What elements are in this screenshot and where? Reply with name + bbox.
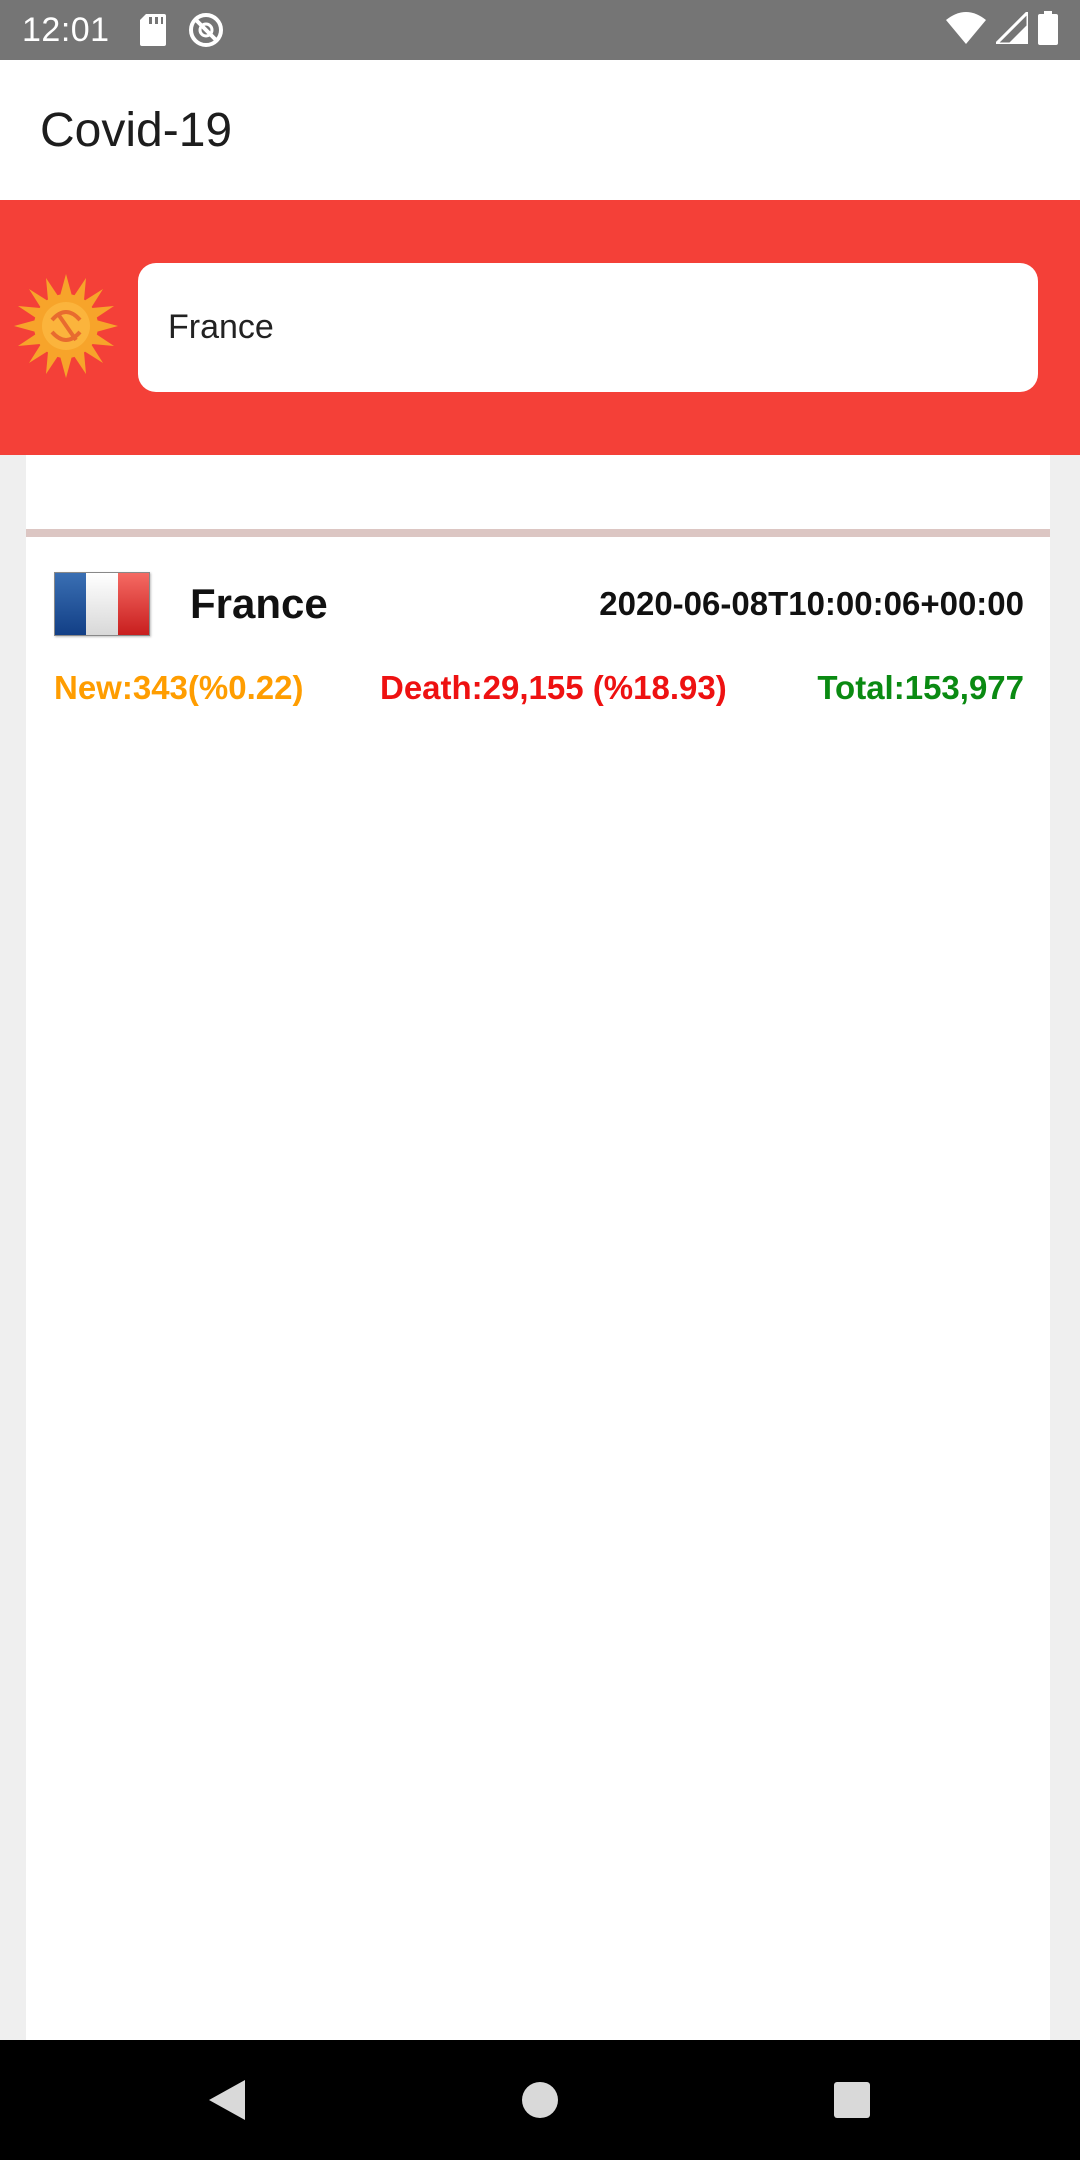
recents-icon[interactable]: [820, 2068, 884, 2132]
france-flag-icon: [54, 572, 150, 636]
signal-icon: [992, 7, 1030, 49]
home-icon[interactable]: [508, 2068, 572, 2132]
deaths-stat: Death:29,155 (%18.93): [380, 669, 727, 706]
sync-disabled-icon: [188, 12, 224, 48]
app-title: Covid-19: [40, 103, 233, 157]
sun-logo-icon: [14, 274, 118, 378]
total-cases-stat: Total:153,977: [817, 669, 1024, 706]
app-bar: Covid-19: [0, 60, 1080, 200]
back-icon[interactable]: [195, 2068, 259, 2132]
search-header: [0, 200, 1080, 455]
battery-icon: [1038, 10, 1058, 50]
updated-timestamp: 2020-06-08T10:00:06+00:00: [599, 585, 1024, 622]
wifi-icon: [946, 11, 986, 49]
divider: [26, 529, 1050, 537]
country-name: France: [190, 580, 328, 627]
status-time: 12:01: [22, 10, 110, 49]
results-panel: France 2020-06-08T10:00:06+00:00 New:343…: [26, 455, 1050, 2040]
new-cases-stat: New:343(%0.22): [54, 669, 304, 706]
country-card[interactable]: France 2020-06-08T10:00:06+00:00 New:343…: [26, 537, 1050, 737]
navigation-bar: [0, 2040, 1080, 2160]
status-bar: 12:01: [0, 0, 1080, 60]
sd-card-icon: [139, 14, 166, 46]
search-input[interactable]: [138, 263, 1038, 392]
